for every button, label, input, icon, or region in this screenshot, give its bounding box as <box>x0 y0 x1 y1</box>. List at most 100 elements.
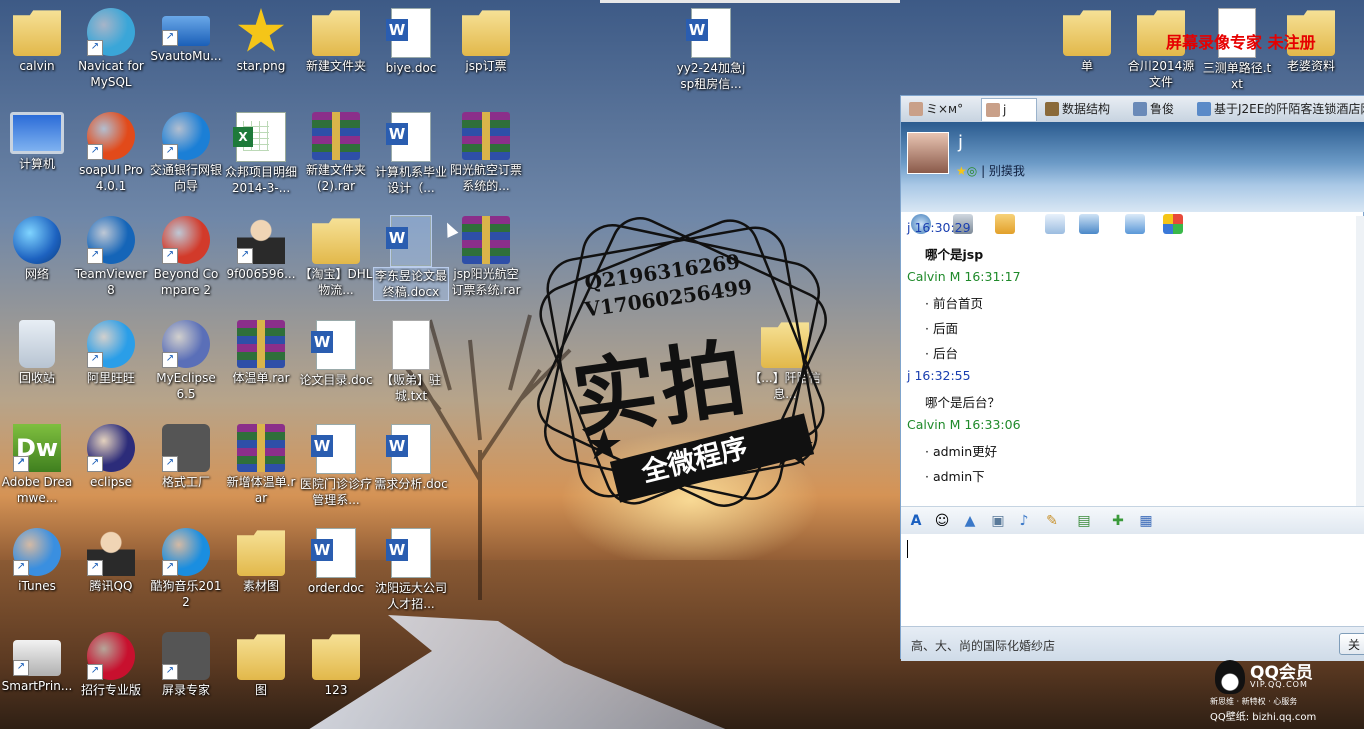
desktop-icon-label: biye.doc <box>385 61 437 75</box>
desktop-icon[interactable]: ↗ SmartPrin... <box>0 628 74 694</box>
chat-tab-2[interactable]: 数据结构 <box>1041 98 1129 120</box>
app-icon: ↗ <box>87 112 135 160</box>
desktop-icon-label: SmartPrin... <box>1 679 73 693</box>
recycle-bin-icon <box>19 320 55 368</box>
nudge-icon[interactable]: ▲ <box>961 512 979 530</box>
desktop-icon[interactable]: W 李东昱论文最终稿.docx <box>373 212 449 301</box>
desktop-icon[interactable]: ↗ 招行专业版 <box>74 628 148 698</box>
desktop-icon[interactable]: 123 <box>299 628 373 698</box>
desktop-icon-label: 网络 <box>24 267 49 281</box>
desktop-icon[interactable]: ↗ SvautoMu... <box>149 4 223 64</box>
folder-icon <box>312 634 360 680</box>
desktop-icon-label: MyEclipse 6.5 <box>156 371 216 401</box>
desktop-icon[interactable]: ↗ 阿里旺旺 <box>74 316 148 386</box>
desktop-icon[interactable]: 体温单.rar <box>224 316 298 386</box>
desktop-icon[interactable]: W 论文目录.doc <box>299 316 373 388</box>
desktop-icon[interactable]: calvin <box>0 4 74 74</box>
desktop-icon[interactable]: 图 <box>224 628 298 698</box>
desktop-icon[interactable]: ↗ 9f006596... <box>224 212 298 282</box>
desktop-icon[interactable]: 网络 <box>0 212 74 282</box>
desktop-icon[interactable]: 新增体温单.rar <box>224 420 298 506</box>
desktop-icon[interactable]: 【淘宝】DHL物流... <box>299 212 373 298</box>
desktop-icon[interactable]: star.png <box>224 4 298 74</box>
note-icon[interactable]: ✎ <box>1043 512 1061 530</box>
chat-tab-1[interactable]: j <box>981 98 1037 121</box>
chat-tab-4[interactable]: 基于J2EE的阡陌客连锁酒店网 <box>1193 98 1364 120</box>
desktop-icon[interactable]: ↗ 酷狗音乐2012 <box>149 524 223 610</box>
desktop-icon[interactable]: jsp订票 <box>449 4 523 74</box>
desktop-icon[interactable]: W 需求分析.doc <box>374 420 448 492</box>
gift-icon[interactable]: ✚ <box>1109 512 1127 530</box>
desktop-icon[interactable]: W 沈阳远大公司人才招... <box>374 524 448 612</box>
desktop-icon[interactable]: W 医院门诊诊疗管理系... <box>299 420 373 508</box>
desktop-icon[interactable]: ↗ eclipse <box>74 420 148 490</box>
image-icon[interactable]: ▤ <box>1075 512 1093 530</box>
desktop-icon-label: 老婆资料 <box>1286 59 1335 73</box>
shortcut-arrow-icon: ↗ <box>13 660 29 676</box>
voice-message-icon[interactable]: ♪ <box>1015 512 1033 530</box>
close-button[interactable]: 关 <box>1339 633 1364 655</box>
footer-ad-text[interactable]: 高、大、尚的国际化婚纱店 <box>911 637 1055 654</box>
desktop-icon[interactable]: 新建文件夹 <box>299 4 373 74</box>
font-icon[interactable]: A <box>907 512 925 530</box>
desktop-icon[interactable]: 【贩弟】驻城.txt <box>374 316 448 404</box>
desktop-icon[interactable]: 众邦项目明细2014-3-... <box>224 108 298 196</box>
desktop-icon[interactable]: ↗ TeamViewer 8 <box>74 212 148 298</box>
shortcut-arrow-icon: ↗ <box>162 30 178 46</box>
desktop-icon-label: 新建文件夹(2).rar <box>305 163 366 193</box>
desktop-icon[interactable]: Wyy2-24加急jsp租房信... <box>674 4 748 92</box>
rar-archive-icon <box>312 112 360 160</box>
desktop-icon[interactable]: ↗ MyEclipse 6.5 <box>149 316 223 402</box>
shortcut-arrow-icon: ↗ <box>13 560 29 576</box>
desktop-icon[interactable]: 素材图 <box>224 524 298 594</box>
desktop-icon-label: 众邦项目明细2014-3-... <box>224 165 297 195</box>
desktop-icon[interactable]: 阳光航空订票系统的... <box>449 108 523 194</box>
desktop-icon[interactable]: 单 <box>1050 4 1124 74</box>
desktop-icon[interactable]: ↗ soapUI Pro 4.0.1 <box>74 108 148 194</box>
desktop-icon[interactable]: ↗ 屏录专家 <box>149 628 223 698</box>
desktop-icon[interactable]: W 计算机系毕业设计（... <box>374 108 448 196</box>
desktop-icon-label: yy2-24加急jsp租房信... <box>676 61 746 91</box>
desktop-icon[interactable]: ↗ iTunes <box>0 524 74 594</box>
word-document-icon: W <box>386 215 432 267</box>
desktop-icon[interactable]: 回收站 <box>0 316 74 386</box>
shortcut-arrow-icon: ↗ <box>87 248 103 264</box>
word-document-icon: W <box>311 320 356 370</box>
rar-archive-icon <box>237 320 285 368</box>
word-w-icon: W <box>386 227 408 249</box>
message-input[interactable] <box>901 534 1364 626</box>
desktop-icon[interactable]: Worder.doc <box>299 524 373 596</box>
watermark-stamp: Q2196316269 V17060256499 实拍 全微程序 <box>512 212 852 512</box>
contact-avatar[interactable] <box>907 132 949 174</box>
desktop-icon-label: iTunes <box>18 579 56 593</box>
desktop-icon-label: 格式工厂 <box>161 475 210 489</box>
desktop-icon[interactable]: ↗ Beyond Compare 2 <box>149 212 223 298</box>
word-document-icon: W <box>386 8 431 58</box>
desktop-icon[interactable]: Dw ↗ Adobe Dreamwe... <box>0 420 74 506</box>
desktop-icon[interactable]: ↗ 格式工厂 <box>149 420 223 490</box>
desktop-icon[interactable]: ↗ 交通银行网银向导 <box>149 108 223 194</box>
desktop-icon-label: 阿里旺旺 <box>86 371 135 385</box>
rar-archive-icon <box>462 112 510 160</box>
word-w-icon: W <box>386 539 408 561</box>
folder-icon <box>312 218 360 264</box>
chat-tab-3[interactable]: 鲁俊 <box>1129 98 1197 120</box>
emoji-icon[interactable]: ☺ <box>933 512 951 530</box>
message-scrollbar[interactable] <box>1356 216 1364 506</box>
screenshot-icon[interactable]: ▣ <box>989 512 1007 530</box>
desktop-icon[interactable]: ↗ 腾讯QQ <box>74 524 148 594</box>
history-icon[interactable]: ▦ <box>1137 512 1155 530</box>
folder-icon <box>1063 10 1111 56</box>
avatar-icon <box>1045 102 1059 116</box>
qzone-icon: ◎ <box>966 164 978 178</box>
desktop-icon[interactable]: 计算机 <box>0 108 74 172</box>
desktop-icon[interactable]: Wbiye.doc <box>374 4 448 76</box>
desktop-icon-label: 招行专业版 <box>80 683 141 697</box>
desktop-icon[interactable]: 新建文件夹(2).rar <box>299 108 373 194</box>
desktop-icon-label: 需求分析.doc <box>374 477 448 491</box>
contact-name[interactable]: j <box>958 132 963 153</box>
desktop-icon-label: star.png <box>236 59 286 73</box>
desktop-icon[interactable]: ↗ Navicat for MySQL <box>74 4 148 90</box>
shortcut-arrow-icon: ↗ <box>162 664 178 680</box>
chat-tab-0[interactable]: ミ×м° <box>905 98 985 120</box>
